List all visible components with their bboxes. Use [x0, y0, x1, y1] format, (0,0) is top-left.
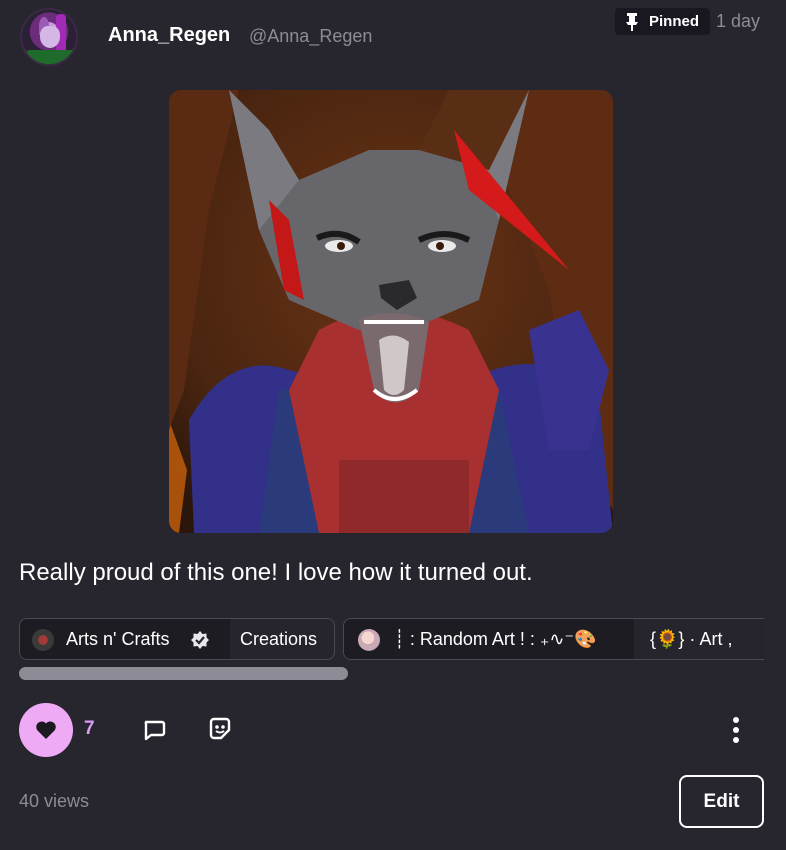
- author-handle[interactable]: @Anna_Regen: [249, 26, 372, 47]
- comment-button[interactable]: [140, 716, 168, 744]
- post-time: 1 day: [716, 11, 761, 31]
- author-name[interactable]: Anna_Regen: [108, 24, 230, 47]
- tag-arts-n-crafts[interactable]: Arts n' Crafts Creations: [19, 618, 335, 660]
- random-art-community-icon: [358, 629, 380, 651]
- tag-sub: Creations: [240, 629, 318, 649]
- sticker-icon: [209, 717, 231, 740]
- sticker-button[interactable]: [206, 715, 234, 743]
- heart-icon: [36, 721, 56, 739]
- arts-community-icon: [32, 629, 54, 651]
- verified-icon: [191, 631, 209, 649]
- edit-button[interactable]: Edit: [679, 775, 764, 828]
- post-caption: Really proud of this one! I love how it …: [19, 559, 533, 586]
- pinned-badge: Pinned: [615, 8, 710, 35]
- view-count: 40 views: [19, 791, 90, 811]
- more-icon: [733, 717, 739, 743]
- like-count: 7: [84, 718, 95, 739]
- tag-strip[interactable]: Arts n' Crafts Creations ┊ : Random Art …: [19, 618, 764, 662]
- avatar-coat: [28, 50, 74, 64]
- pin-icon: [626, 12, 638, 31]
- comment-icon: [144, 720, 166, 741]
- tag-random-art[interactable]: ┊ : Random Art ! : ₊∿⁻🎨 {🌻} · Art ,: [343, 618, 764, 660]
- like-button[interactable]: [19, 703, 73, 757]
- more-options-button[interactable]: [724, 715, 748, 745]
- avatar-face: [40, 26, 60, 48]
- tag-name: ┊ : Random Art ! : ₊∿⁻🎨: [394, 629, 597, 649]
- tag-sub: {🌻} · Art ,: [650, 629, 733, 649]
- tag-name: Arts n' Crafts: [66, 629, 170, 649]
- post-artwork[interactable]: [169, 90, 613, 533]
- pinned-label: Pinned: [649, 13, 700, 30]
- author-avatar[interactable]: [20, 8, 78, 66]
- tag-scrollbar[interactable]: [19, 667, 348, 680]
